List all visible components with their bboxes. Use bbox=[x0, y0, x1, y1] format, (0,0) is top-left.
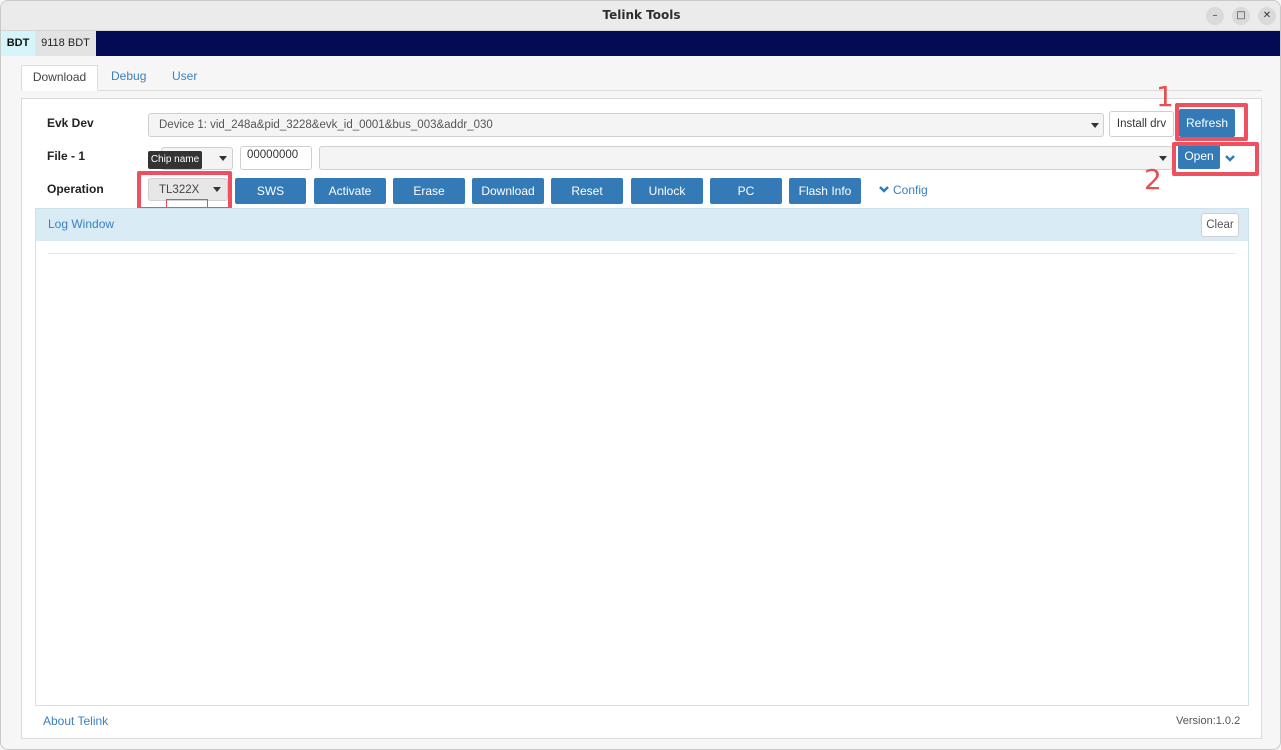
sws-button[interactable]: SWS bbox=[235, 178, 306, 204]
evk-dev-select[interactable]: Device 1: vid_248a&pid_3228&evk_id_0001&… bbox=[148, 113, 1104, 137]
annotation-number-2: 2 bbox=[1144, 163, 1162, 196]
operation-label: Operation bbox=[47, 182, 104, 196]
log-window-header: Log Window Clear bbox=[36, 209, 1248, 241]
app-tab-9118-bdt[interactable]: 9118 BDT bbox=[35, 31, 96, 56]
app-tab-bdt[interactable]: BDT bbox=[1, 31, 35, 56]
pc-button[interactable]: PC bbox=[710, 178, 782, 204]
address-input[interactable]: 00000000 bbox=[240, 146, 312, 170]
app-tab-bar: BDT 9118 BDT bbox=[1, 31, 1280, 56]
log-window: Log Window Clear bbox=[35, 208, 1249, 706]
chevron-down-icon bbox=[219, 156, 227, 161]
reset-button[interactable]: Reset bbox=[551, 178, 623, 204]
erase-button[interactable]: Erase bbox=[393, 178, 465, 204]
version-label: Version:1.0.2 bbox=[1176, 715, 1241, 727]
annotation-box-1 bbox=[1175, 103, 1248, 141]
log-divider bbox=[48, 253, 1236, 254]
tab-user[interactable]: User bbox=[159, 65, 210, 91]
file-label: File - 1 bbox=[47, 149, 86, 163]
install-drv-button[interactable]: Install drv bbox=[1109, 111, 1174, 137]
about-telink-link[interactable]: About Telink bbox=[43, 714, 108, 728]
file-path-select[interactable] bbox=[319, 146, 1173, 170]
download-button[interactable]: Download bbox=[472, 178, 544, 204]
tab-download[interactable]: Download bbox=[21, 65, 98, 91]
flash-info-button[interactable]: Flash Info bbox=[789, 178, 861, 204]
close-icon[interactable]: ✕ bbox=[1258, 7, 1276, 25]
activate-button[interactable]: Activate bbox=[314, 178, 386, 204]
config-toggle[interactable]: Config bbox=[893, 183, 928, 197]
config-chevron-icon[interactable] bbox=[878, 184, 890, 194]
window-title: Telink Tools bbox=[602, 8, 681, 22]
log-window-title: Log Window bbox=[48, 217, 115, 231]
chip-name-tooltip: Chip name bbox=[148, 151, 202, 169]
title-bar: Telink Tools – □ ✕ bbox=[1, 1, 1280, 31]
unlock-button[interactable]: Unlock bbox=[631, 178, 703, 204]
chevron-down-icon bbox=[1159, 156, 1167, 161]
annotation-box-2 bbox=[1172, 142, 1259, 176]
maximize-icon[interactable]: □ bbox=[1232, 7, 1250, 25]
tab-debug[interactable]: Debug bbox=[98, 65, 159, 91]
annotation-number-1: 1 bbox=[1156, 80, 1174, 113]
evk-dev-label: Evk Dev bbox=[47, 116, 94, 130]
clear-button[interactable]: Clear bbox=[1201, 213, 1239, 237]
minimize-icon[interactable]: – bbox=[1206, 7, 1224, 25]
chevron-down-icon bbox=[1091, 123, 1099, 128]
app-window: Telink Tools – □ ✕ BDT 9118 BDT Download… bbox=[0, 0, 1281, 750]
log-content[interactable] bbox=[48, 257, 1236, 697]
